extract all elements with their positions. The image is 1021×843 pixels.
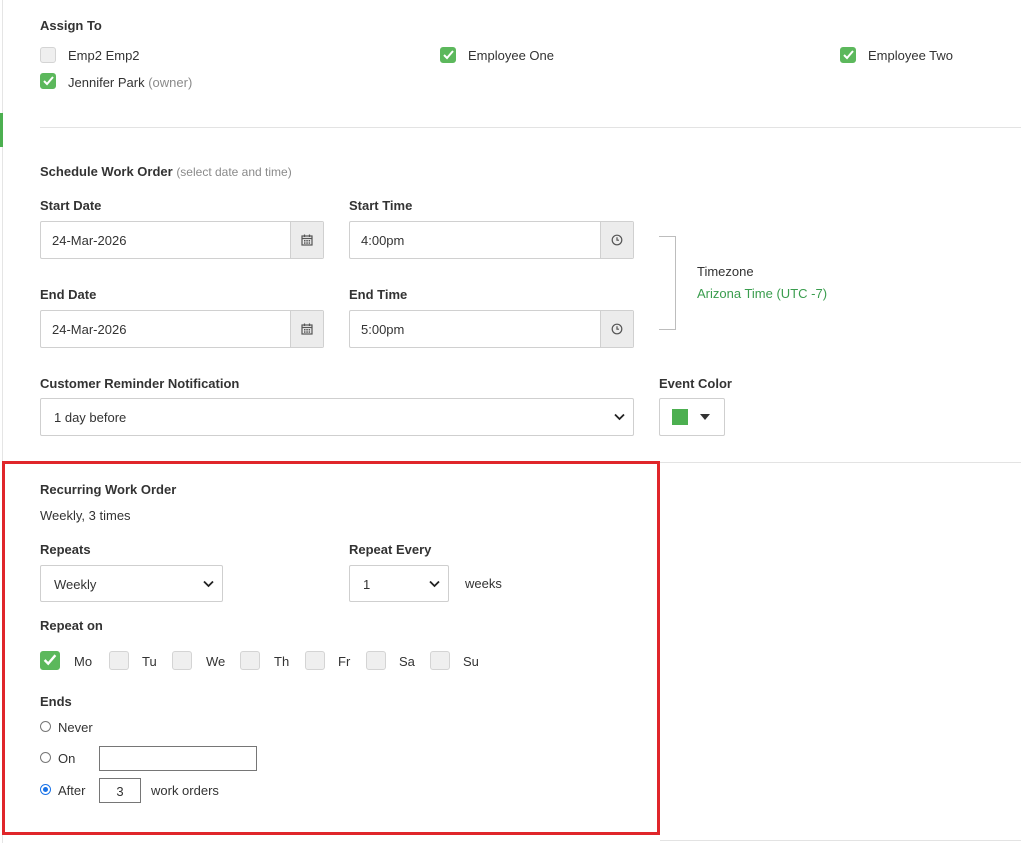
repeat-every-value: 1: [363, 577, 371, 592]
clock-icon: [611, 323, 623, 335]
day-label: Tu: [142, 654, 157, 669]
day-checkbox-th[interactable]: [240, 651, 260, 670]
start-time-clock-button[interactable]: [600, 222, 633, 258]
event-color-label: Event Color: [659, 376, 732, 391]
check-icon: [43, 654, 57, 666]
end-date-input[interactable]: 24-Mar-2026: [40, 310, 324, 348]
day-checkbox-mo[interactable]: [40, 651, 60, 670]
day-label: Su: [463, 654, 479, 669]
end-time-input[interactable]: 5:00pm: [349, 310, 634, 348]
end-date-value: 24-Mar-2026: [52, 322, 127, 337]
schedule-title-text: Schedule Work Order: [40, 164, 173, 179]
day-label: Sa: [399, 654, 415, 669]
start-date-label: Start Date: [40, 198, 102, 213]
recurring-title: Recurring Work Order: [40, 482, 177, 497]
ends-after-radio[interactable]: [40, 784, 51, 795]
day-checkbox-sa[interactable]: [366, 651, 386, 670]
chevron-down-icon: [203, 580, 214, 588]
reminder-select[interactable]: 1 day before: [40, 398, 634, 436]
day-checkbox-we[interactable]: [172, 651, 192, 670]
employee-name: Jennifer Park: [68, 75, 145, 90]
end-date-calendar-button[interactable]: [290, 311, 323, 347]
start-date-value: 24-Mar-2026: [52, 233, 127, 248]
check-icon: [43, 76, 54, 86]
schedule-title: Schedule Work Order (select date and tim…: [40, 164, 292, 179]
ends-on-date-input[interactable]: [99, 746, 257, 771]
event-color-picker[interactable]: [659, 398, 725, 436]
chevron-down-icon: [614, 413, 625, 421]
check-icon: [443, 50, 454, 60]
divider: [40, 127, 1021, 128]
start-time-label: Start Time: [349, 198, 413, 213]
ends-on-radio[interactable]: [40, 752, 51, 763]
start-time-input[interactable]: 4:00pm: [349, 221, 634, 259]
divider: [660, 840, 1021, 841]
checkbox-emp2[interactable]: [40, 47, 56, 63]
start-date-input[interactable]: 24-Mar-2026: [40, 221, 324, 259]
assign-to-title: Assign To: [40, 18, 102, 33]
repeat-every-unit: weeks: [465, 576, 502, 591]
start-time-value: 4:00pm: [361, 233, 405, 248]
timezone-link[interactable]: Arizona Time (UTC -7): [697, 286, 827, 301]
ends-never-label: Never: [58, 720, 93, 735]
day-checkbox-fr[interactable]: [305, 651, 325, 670]
repeats-label: Repeats: [40, 542, 91, 557]
timezone-bracket: [659, 236, 676, 330]
check-icon: [843, 50, 854, 60]
timezone-label: Timezone: [697, 264, 754, 279]
caret-down-icon: [700, 414, 710, 420]
day-label: Fr: [338, 654, 351, 669]
start-date-calendar-button[interactable]: [290, 222, 323, 258]
checkbox-employee-one[interactable]: [440, 47, 456, 63]
recurring-summary: Weekly, 3 times: [40, 508, 131, 523]
reminder-label: Customer Reminder Notification: [40, 376, 240, 391]
day-label: Th: [274, 654, 290, 669]
ends-on-label: On: [58, 751, 76, 766]
checkbox-employee-two[interactable]: [840, 47, 856, 63]
calendar-icon: [301, 323, 313, 335]
schedule-hint: (select date and time): [176, 165, 292, 179]
ends-after-count-input[interactable]: 3: [99, 778, 141, 803]
ends-after-value: 3: [116, 784, 124, 799]
ends-label: Ends: [40, 694, 72, 709]
reminder-value: 1 day before: [54, 410, 127, 425]
day-checkbox-su[interactable]: [430, 651, 450, 670]
employee-label-owner: Jennifer Park (owner): [68, 75, 192, 90]
ends-after-unit: work orders: [151, 783, 219, 798]
end-time-value: 5:00pm: [361, 322, 405, 337]
employee-label: Emp2 Emp2: [68, 48, 140, 63]
chevron-down-icon: [429, 580, 440, 588]
calendar-icon: [301, 234, 313, 246]
day-checkbox-tu[interactable]: [109, 651, 129, 670]
checkbox-jennifer-park[interactable]: [40, 73, 56, 89]
repeats-value: Weekly: [54, 577, 97, 592]
day-label: We: [206, 654, 226, 669]
ends-never-radio[interactable]: [40, 721, 51, 732]
left-accent-bar: [0, 113, 3, 147]
day-label: Mo: [74, 654, 93, 669]
repeat-every-select[interactable]: 1: [349, 565, 449, 602]
end-time-label: End Time: [349, 287, 408, 302]
clock-icon: [611, 234, 623, 246]
owner-suffix: (owner): [148, 75, 193, 90]
ends-after-label: After: [58, 783, 86, 798]
repeats-select[interactable]: Weekly: [40, 565, 223, 602]
event-color-swatch: [672, 409, 688, 425]
repeat-every-label: Repeat Every: [349, 542, 432, 557]
divider: [660, 462, 1021, 463]
employee-label: Employee Two: [868, 48, 954, 63]
repeat-on-label: Repeat on: [40, 618, 103, 633]
end-time-clock-button[interactable]: [600, 311, 633, 347]
employee-label: Employee One: [468, 48, 554, 63]
end-date-label: End Date: [40, 287, 97, 302]
